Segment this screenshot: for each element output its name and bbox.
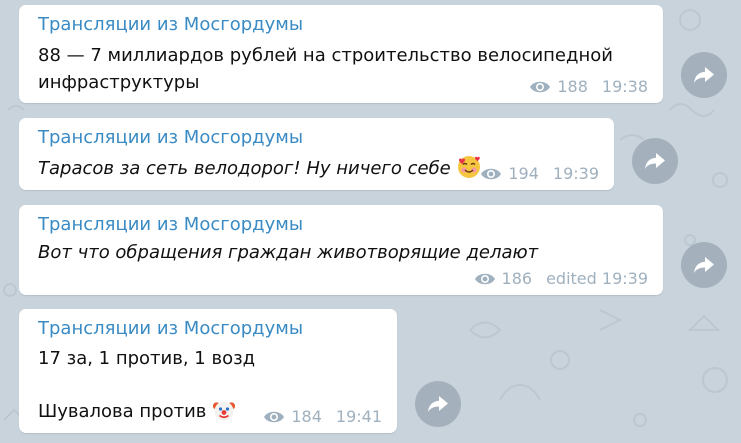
view-count: 184 [291,407,322,426]
message-bubble[interactable]: Трансляции из Мосгордумы 17 за, 1 против… [19,309,397,433]
message-text: 88 — 7 миллиардов рублей на строительств… [38,45,613,66]
message-bubble[interactable]: Трансляции из Мосгордумы 88 — 7 миллиард… [19,5,663,103]
message-bubble[interactable]: Трансляции из Мосгордумы Тарасов за сеть… [19,118,614,190]
message-text: 17 за, 1 против, 1 возд [38,348,256,369]
share-button[interactable] [681,242,727,288]
view-count: 194 [508,164,539,183]
share-arrow-icon [428,396,448,412]
message-text: инфраструктуры [38,72,200,93]
message-sender[interactable]: Трансляции из Мосгордумы [38,317,303,341]
message-time: edited 19:39 [546,269,648,288]
message-meta: 184 19:41 [263,407,382,427]
message-meta: 186 edited 19:39 [474,269,648,289]
message-text-content: Шувалова против [38,401,207,422]
message-bubble[interactable]: Трансляции из Мосгордумы Вот что обращен… [19,205,663,295]
message-sender[interactable]: Трансляции из Мосгордумы [38,213,303,237]
message-meta: 194 19:39 [480,164,599,184]
share-button[interactable] [681,52,727,98]
message-text: Вот что обращения граждан животворящие д… [38,242,539,263]
share-button[interactable] [632,138,678,184]
smiling-face-with-hearts-emoji [457,156,480,178]
message-text: Тарасов за сеть велодорог! Ну ничего себ… [38,155,481,183]
message-time: 19:41 [335,407,382,426]
eye-icon [481,168,502,180]
eye-icon [264,411,285,423]
view-count: 188 [557,77,588,96]
share-arrow-icon [645,153,665,169]
share-arrow-icon [694,67,714,83]
message-text-content: Тарасов за сеть велодорог! Ну ничего себ… [38,158,451,179]
eye-icon [474,273,495,285]
message-time: 19:39 [552,164,599,183]
message-meta: 188 19:38 [529,77,648,97]
message-sender[interactable]: Трансляции из Мосгордумы [38,126,303,150]
eye-icon [530,81,551,93]
share-button[interactable] [415,381,461,427]
message-text: Шувалова против [38,398,236,426]
view-count: 186 [501,269,533,288]
share-arrow-icon [694,257,714,273]
message-time: 19:38 [601,77,648,96]
clown-face-emoji [213,401,236,421]
message-sender[interactable]: Трансляции из Мосгордумы [38,13,303,37]
